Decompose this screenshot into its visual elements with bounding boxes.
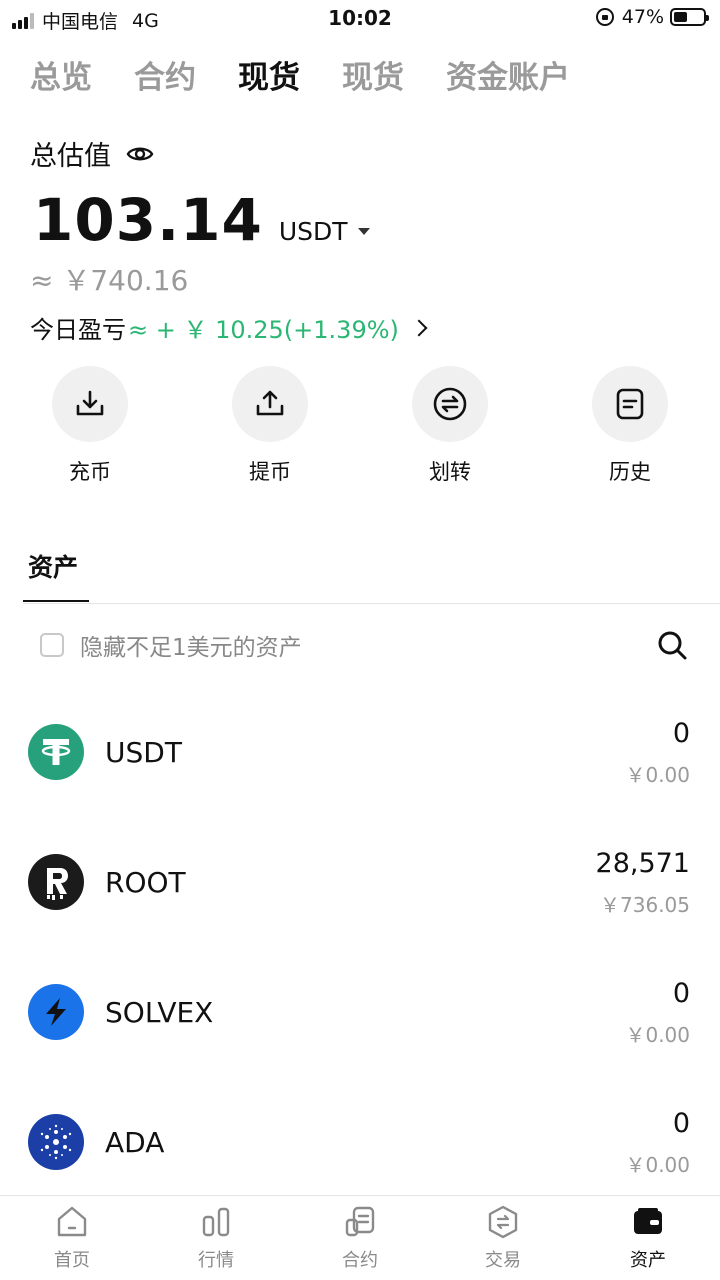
asset-quantity: 0 bbox=[672, 1108, 690, 1139]
asset-quantity: 0 bbox=[672, 978, 690, 1009]
top-tabs: 总览 合约 现货 现货 资金账户 bbox=[30, 52, 612, 97]
bottom-nav: 首页 行情 合约 交易 资产 bbox=[0, 1195, 720, 1280]
asset-cny-value: ￥0.00 bbox=[625, 763, 690, 787]
amount-value: 103.14 bbox=[33, 186, 263, 254]
tab-contract[interactable]: 合约 bbox=[134, 52, 196, 97]
hide-small-checkbox[interactable] bbox=[40, 633, 64, 657]
search-icon[interactable] bbox=[655, 628, 689, 662]
withdraw-label: 提币 bbox=[249, 460, 291, 484]
status-bar: 中国电信 4G 10:02 47% bbox=[0, 0, 720, 36]
battery-icon bbox=[670, 8, 709, 26]
rotation-lock-icon bbox=[595, 8, 614, 26]
eye-icon[interactable] bbox=[125, 139, 155, 169]
transfer-label: 划转 bbox=[429, 460, 471, 484]
nav-home-label: 首页 bbox=[54, 1250, 90, 1271]
asset-row-solvex[interactable]: SOLVEX 0 ￥0.00 bbox=[0, 952, 720, 1072]
asset-name: USDT bbox=[105, 736, 182, 769]
nav-contract-label: 合约 bbox=[342, 1250, 378, 1271]
contract-icon bbox=[345, 1206, 375, 1237]
tab-spot-2[interactable]: 现货 bbox=[342, 52, 404, 97]
tab-funding-account[interactable]: 资金账户 bbox=[446, 52, 570, 97]
status-right: 47% bbox=[595, 6, 709, 28]
currency-unit: USDT bbox=[278, 217, 348, 246]
asset-quantity: 28,571 bbox=[595, 848, 690, 879]
nav-home[interactable]: 首页 bbox=[22, 1204, 122, 1272]
tab-spot[interactable]: 现货 bbox=[238, 52, 300, 97]
total-value-label: 总估值 bbox=[30, 134, 155, 173]
wallet-icon bbox=[634, 1208, 662, 1234]
asset-name: ADA bbox=[105, 1126, 165, 1159]
asset-name: SOLVEX bbox=[105, 996, 214, 1029]
transfer-button[interactable]: 划转 bbox=[395, 366, 505, 486]
nav-trade-label: 交易 bbox=[485, 1250, 521, 1271]
market-icon bbox=[202, 1207, 230, 1237]
nav-market-label: 行情 bbox=[198, 1250, 234, 1271]
divider bbox=[23, 603, 720, 604]
deposit-button[interactable]: 充币 bbox=[35, 366, 145, 486]
transfer-icon bbox=[412, 366, 488, 442]
total-amount: 103.14 USDT bbox=[33, 186, 370, 254]
asset-cny-value: ￥736.05 bbox=[600, 893, 690, 917]
hide-small-assets-toggle[interactable]: 隐藏不足1美元的资产 bbox=[40, 628, 302, 662]
asset-cny-value: ￥0.00 bbox=[625, 1153, 690, 1177]
asset-quantity: 0 bbox=[672, 718, 690, 749]
usdt-icon bbox=[28, 724, 84, 780]
solvex-icon bbox=[28, 984, 84, 1040]
deposit-icon bbox=[52, 366, 128, 442]
currency-selector[interactable]: USDT bbox=[279, 217, 370, 246]
history-label: 历史 bbox=[609, 460, 651, 484]
battery-percent: 47% bbox=[621, 6, 664, 28]
assets-tab[interactable]: 资产 bbox=[28, 548, 78, 584]
pnl-value: ≈ + ￥ 10.25(+1.39%) bbox=[128, 316, 399, 344]
hide-small-label: 隐藏不足1美元的资产 bbox=[80, 635, 302, 661]
nav-trade[interactable]: 交易 bbox=[453, 1204, 553, 1272]
deposit-label: 充币 bbox=[69, 460, 111, 484]
caret-down-icon bbox=[357, 228, 370, 235]
root-icon bbox=[28, 854, 84, 910]
asset-row-ada[interactable]: ADA 0 ￥0.00 bbox=[0, 1082, 720, 1202]
withdraw-icon bbox=[232, 366, 308, 442]
total-label-text: 总估值 bbox=[30, 141, 111, 172]
trade-icon bbox=[488, 1205, 518, 1239]
pnl-label: 今日盈亏 bbox=[30, 316, 126, 344]
chevron-right-icon bbox=[410, 319, 428, 336]
ada-icon bbox=[28, 1114, 84, 1170]
nav-contract[interactable]: 合约 bbox=[310, 1204, 410, 1272]
cny-approx-value: ≈ ￥740.16 bbox=[30, 264, 189, 297]
asset-cny-value: ￥0.00 bbox=[625, 1023, 690, 1047]
withdraw-button[interactable]: 提币 bbox=[215, 366, 325, 486]
history-icon bbox=[592, 366, 668, 442]
action-buttons: 充币 提币 划转 历史 bbox=[0, 366, 720, 486]
nav-assets[interactable]: 资产 bbox=[598, 1204, 698, 1272]
nav-assets-label: 资产 bbox=[630, 1250, 666, 1271]
asset-row-usdt[interactable]: USDT 0 ￥0.00 bbox=[0, 692, 720, 812]
assets-tab-underline bbox=[23, 600, 89, 602]
home-icon bbox=[57, 1206, 87, 1237]
asset-name: ROOT bbox=[105, 866, 186, 899]
history-button[interactable]: 历史 bbox=[575, 366, 685, 486]
today-pnl-row[interactable]: 今日盈亏 ≈ + ￥ 10.25(+1.39%) bbox=[30, 310, 428, 345]
tab-overview[interactable]: 总览 bbox=[30, 52, 92, 97]
asset-row-root[interactable]: ROOT 28,571 ￥736.05 bbox=[0, 822, 720, 942]
nav-market[interactable]: 行情 bbox=[166, 1204, 266, 1272]
